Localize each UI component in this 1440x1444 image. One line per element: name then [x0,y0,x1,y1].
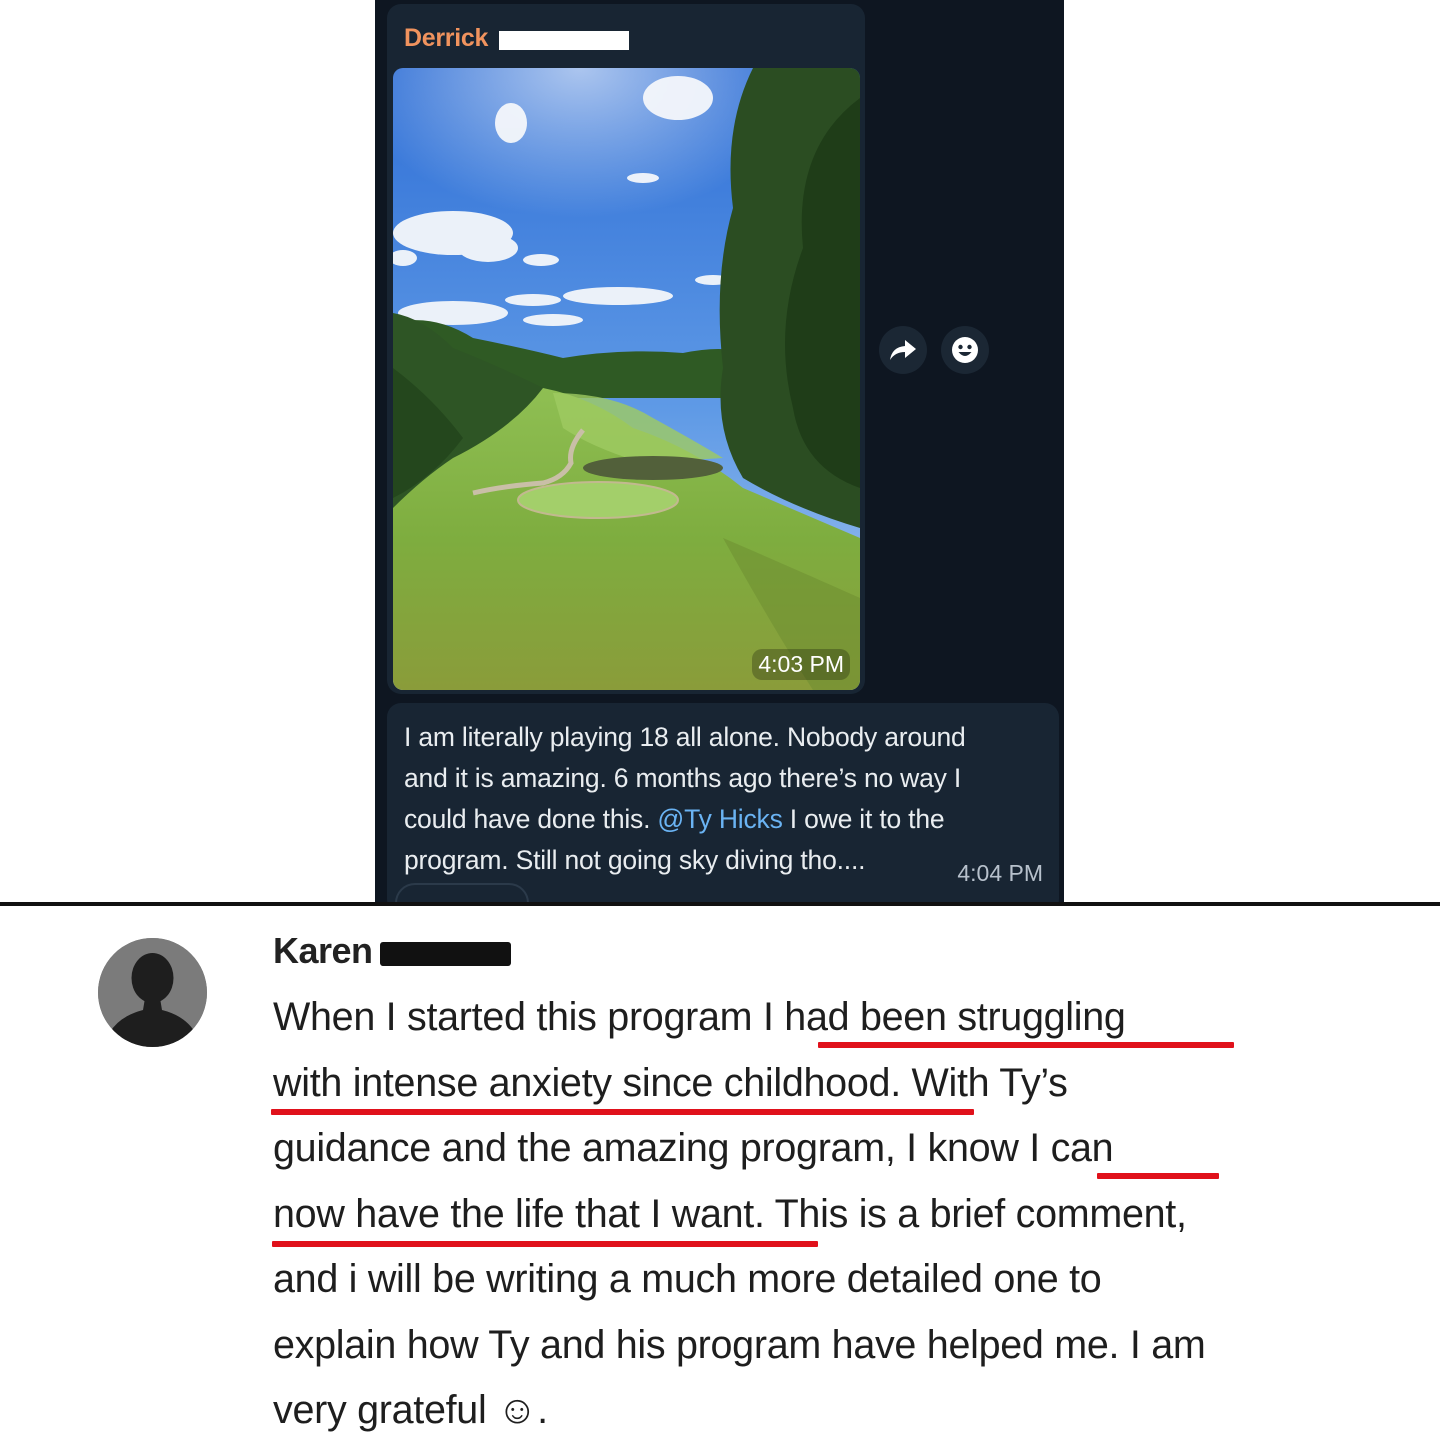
highlight-underline [271,1109,974,1115]
section-divider [0,902,1440,906]
golf-course-photo[interactable]: 4:03 PM [393,68,860,690]
smiley-icon [952,337,978,363]
highlight-underline [272,1241,818,1247]
comment-line: now have the life that I want. This is a… [273,1191,1187,1236]
comment-body: When I started this program I had been s… [273,985,1373,1444]
message-text: I am literally playing 18 all alone. Nob… [404,717,1044,881]
comment-line: explain how Ty and his program have help… [273,1322,1206,1367]
comment-line: and i will be writing a much more detail… [273,1257,1102,1301]
comment-line: very grateful ☺. [273,1388,548,1432]
forward-icon [890,340,916,360]
message-timestamp: 4:04 PM [957,860,1043,886]
message-line: and it is amazing. 6 months ago there’s … [404,763,962,793]
message-text-segment: could have done this. [404,804,658,834]
reaction-chip[interactable] [395,883,529,903]
comment-line: When I started this program I had been s… [273,995,1126,1039]
forward-button[interactable] [879,326,927,374]
message-text-segment: I owe it to the [782,804,945,834]
user-mention-link[interactable]: @Ty Hicks [657,804,782,834]
photo-timestamp: 4:03 PM [752,649,850,680]
text-message-bubble[interactable]: I am literally playing 18 all alone. Nob… [387,703,1059,903]
photo-message-bubble[interactable]: Derrick 4:03 PM [387,4,865,694]
sender-name[interactable]: Derrick [404,24,488,53]
message-line: program. Still not going sky diving tho.… [404,845,866,875]
default-avatar-icon [98,938,207,1047]
highlight-underline [818,1042,1234,1048]
comment-line: guidance and the amazing program, I know… [273,1126,1114,1170]
highlight-underline [1097,1173,1219,1179]
message-line: could have done this. @Ty Hicks I owe it… [404,799,1044,840]
react-button[interactable] [941,326,989,374]
sender-name-redaction [499,31,629,50]
golf-course-image [393,68,860,690]
commenter-name-redaction [380,942,511,966]
avatar[interactable] [98,938,207,1047]
comment-line: with intense anxiety since childhood. Wi… [273,1060,1068,1105]
commenter-name[interactable]: Karen [273,930,373,972]
chat-panel: Derrick 4:03 PM I am literally playing 1… [375,0,1064,903]
message-line: I am literally playing 18 all alone. Nob… [404,722,966,752]
